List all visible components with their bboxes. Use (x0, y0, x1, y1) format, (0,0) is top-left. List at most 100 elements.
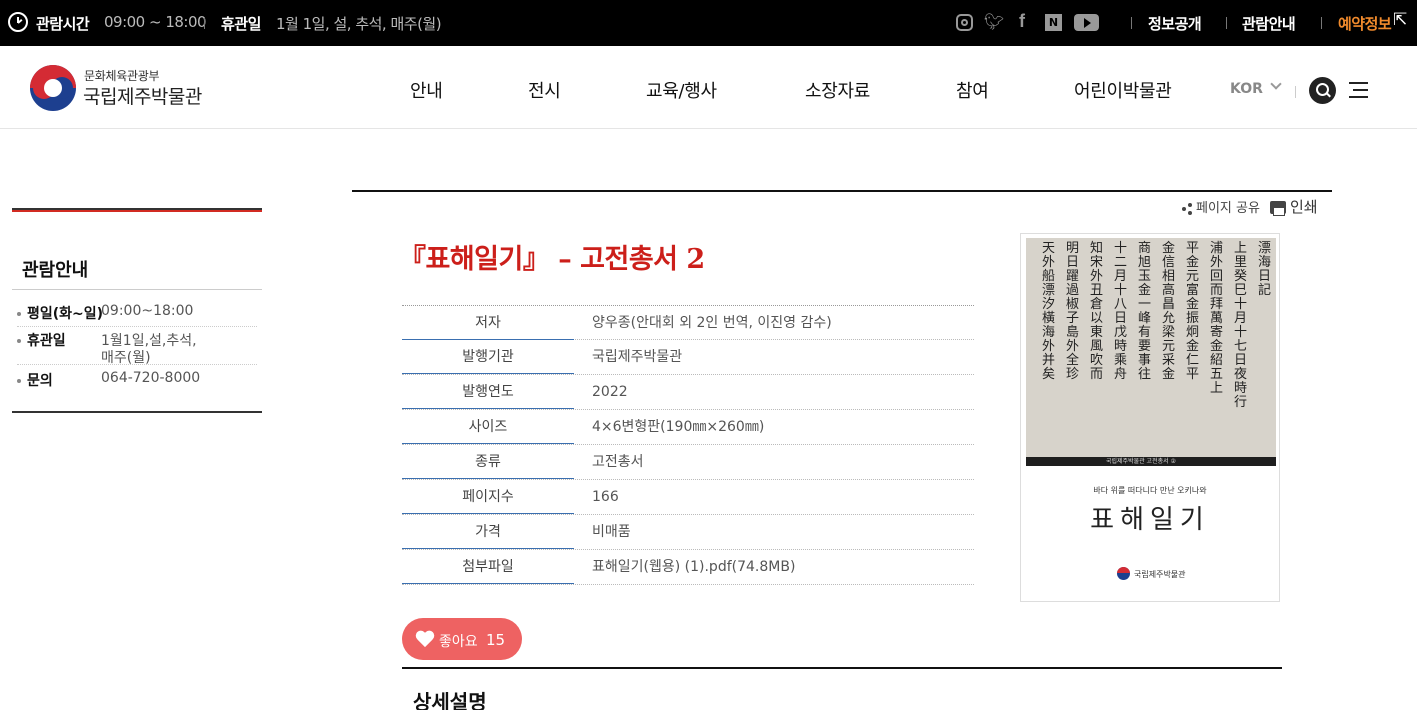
manuscript-column: 平金元富金振炯金仁平 (1186, 241, 1200, 382)
info-row-contact: 문의 064-720-8000 (17, 370, 200, 390)
search-icon[interactable] (1309, 77, 1336, 104)
facebook-icon[interactable]: f (1019, 11, 1025, 31)
bullet-icon (17, 312, 21, 316)
content-top-rule (352, 190, 1332, 192)
nav-collections[interactable]: 소장자료 (805, 77, 870, 103)
language-select[interactable]: KOR (1230, 81, 1263, 97)
nav-childrens-museum[interactable]: 어린이박물관 (1074, 77, 1172, 103)
like-count: 15 (486, 631, 506, 649)
table-row: 발행기관 국립제주박물관 (402, 340, 974, 375)
link-visit-guide[interactable]: 관람안내 (1242, 13, 1296, 34)
divider (17, 326, 257, 327)
section-title-details: 상세설명 (413, 690, 487, 710)
info-label: 문의 (27, 373, 53, 389)
table-value: 비매품 (592, 524, 631, 540)
divider (17, 364, 257, 365)
nav-exhibition[interactable]: 전시 (528, 77, 561, 103)
chevron-down-icon[interactable] (1270, 78, 1282, 90)
share-icon (1182, 203, 1193, 215)
clock-icon (8, 12, 28, 32)
table-key: 저자 (402, 306, 574, 340)
naver-blog-icon[interactable]: N (1045, 14, 1062, 31)
info-value: 064-720-8000 (101, 370, 201, 386)
share-label: 페이지 공유 (1196, 201, 1260, 216)
book-cover-image: 漂海日記 上里癸巳十月十七日夜時行 浦外回而拜萬寄金紹五上 平金元富金振炯金仁平 金信相… (1020, 233, 1280, 602)
taegeuk-logo-icon[interactable] (30, 65, 76, 111)
hours-label: 관람시간 (36, 15, 90, 33)
table-key: 발행연도 (402, 375, 574, 409)
manuscript-column: 天外船漂汐橫海外并矣 (1042, 241, 1056, 382)
table-row: 첨부파일 표해일기(웹용) (1).pdf(74.8MB) (402, 550, 974, 585)
divider (204, 17, 205, 29)
table-key: 페이지수 (402, 480, 574, 514)
manuscript-image: 漂海日記 上里癸巳十月十七日夜時行 浦外回而拜萬寄金紹五上 平金元富金振炯金仁平 金信相… (1026, 238, 1276, 462)
table-value: 양우종(안대회 외 2인 번역, 이진영 감수) (592, 315, 832, 331)
info-row-closed: 휴관일 1월1일,설,추석, 매주(월) (17, 330, 197, 366)
twitter-icon[interactable]: 🐦︎ (984, 12, 1004, 31)
info-label: 평일(화~일) (27, 306, 104, 322)
link-info-disclosure[interactable]: 정보공개 (1148, 13, 1202, 34)
table-row: 페이지수 166 (402, 480, 974, 515)
attachment-link[interactable]: 표해일기(웹용) (1).pdf(74.8MB) (592, 550, 795, 584)
like-button[interactable]: 좋아요 15 (402, 618, 522, 660)
like-label: 좋아요 (439, 634, 478, 650)
divider (12, 411, 262, 413)
sidebar-title: 관람안내 (22, 260, 89, 281)
closed-value: 1월 1일, 설, 추석, 매주(월) (276, 15, 442, 33)
link-reservation[interactable]: 예약정보 (1338, 13, 1392, 34)
cover-series-text: 국립제주박물관 고전총서 ② (1106, 458, 1176, 465)
bullet-icon (17, 379, 21, 383)
page-title: 『표해일기』 – 고전총서 2 (399, 244, 705, 275)
table-row: 발행연도 2022 (402, 375, 974, 410)
nav-participation[interactable]: 참여 (956, 77, 989, 103)
divider (12, 289, 262, 290)
print-label: 인쇄 (1290, 198, 1318, 216)
table-key: 가격 (402, 515, 574, 549)
nav-about[interactable]: 안내 (410, 77, 443, 103)
table-row: 사이즈 4×6변형판(190㎜×260㎜) (402, 410, 974, 445)
menu-icon[interactable] (1349, 82, 1368, 98)
site-header: 문화체육관광부 국립제주박물관 안내 전시 교육/행사 소장자료 참여 어린이박… (0, 46, 1417, 129)
cover-band: 국립제주박물관 고전총서 ② (1026, 457, 1276, 466)
divider (1321, 17, 1322, 29)
table-row: 저자 양우종(안대회 외 2인 번역, 이진영 감수) (402, 305, 974, 340)
divider (402, 667, 1282, 669)
manuscript-column: 知宋外丑倉以東風吹而 (1090, 241, 1104, 382)
logo-museum-name[interactable]: 국립제주박물관 (83, 82, 202, 109)
sidebar-accent-bar (12, 208, 262, 212)
table-row: 가격 비매품 (402, 515, 974, 550)
cover-subtitle: 바다 위를 떠다니다 만난 오키나와 (1093, 486, 1207, 495)
heart-icon (415, 631, 435, 649)
manuscript-column: 明日躍過椒子島外全珍 (1066, 241, 1080, 382)
bullet-icon (17, 339, 21, 343)
divider (1131, 17, 1132, 29)
manuscript-column: 商旭玉金一峰有要事往 (1138, 241, 1152, 382)
print-button[interactable]: 인쇄 (1270, 196, 1318, 217)
info-label: 휴관일 (27, 333, 66, 349)
manuscript-column: 十二月十八日戊時乘舟 (1114, 241, 1128, 382)
table-value: 국립제주박물관 (592, 349, 683, 365)
youtube-icon[interactable] (1074, 14, 1099, 31)
nav-education-events[interactable]: 교육/행사 (646, 77, 717, 103)
manuscript-column: 上里癸巳十月十七日夜時行 (1234, 241, 1248, 410)
manuscript-column: 浦外回而拜萬寄金紹五上 (1210, 241, 1224, 396)
divider (1226, 17, 1227, 29)
table-key: 종류 (402, 445, 574, 479)
cursor-icon: ⇱ (1393, 10, 1408, 30)
table-key: 첨부파일 (402, 550, 574, 584)
manuscript-column: 漂海日記 (1258, 241, 1272, 298)
table-value: 166 (592, 489, 619, 505)
info-value: 09:00~18:00 (101, 303, 194, 319)
share-page-button[interactable]: 페이지 공유 (1182, 197, 1260, 216)
table-row: 종류 고전총서 (402, 445, 974, 480)
instagram-icon[interactable] (956, 14, 973, 31)
closed-label: 휴관일 (221, 15, 261, 33)
table-value: 2022 (592, 384, 628, 400)
info-row-weekday: 평일(화~일) 09:00~18:00 (17, 303, 193, 323)
table-key: 사이즈 (402, 410, 574, 444)
taegeuk-logo-icon (1117, 567, 1130, 580)
cover-title: 표해일기 (1090, 505, 1210, 535)
table-key: 발행기관 (402, 340, 574, 374)
publication-info-table: 저자 양우종(안대회 외 2인 번역, 이진영 감수) 발행기관 국립제주박물관발행연… (402, 305, 974, 585)
manuscript-column: 金信相高昌允梁元采金 (1162, 241, 1176, 382)
